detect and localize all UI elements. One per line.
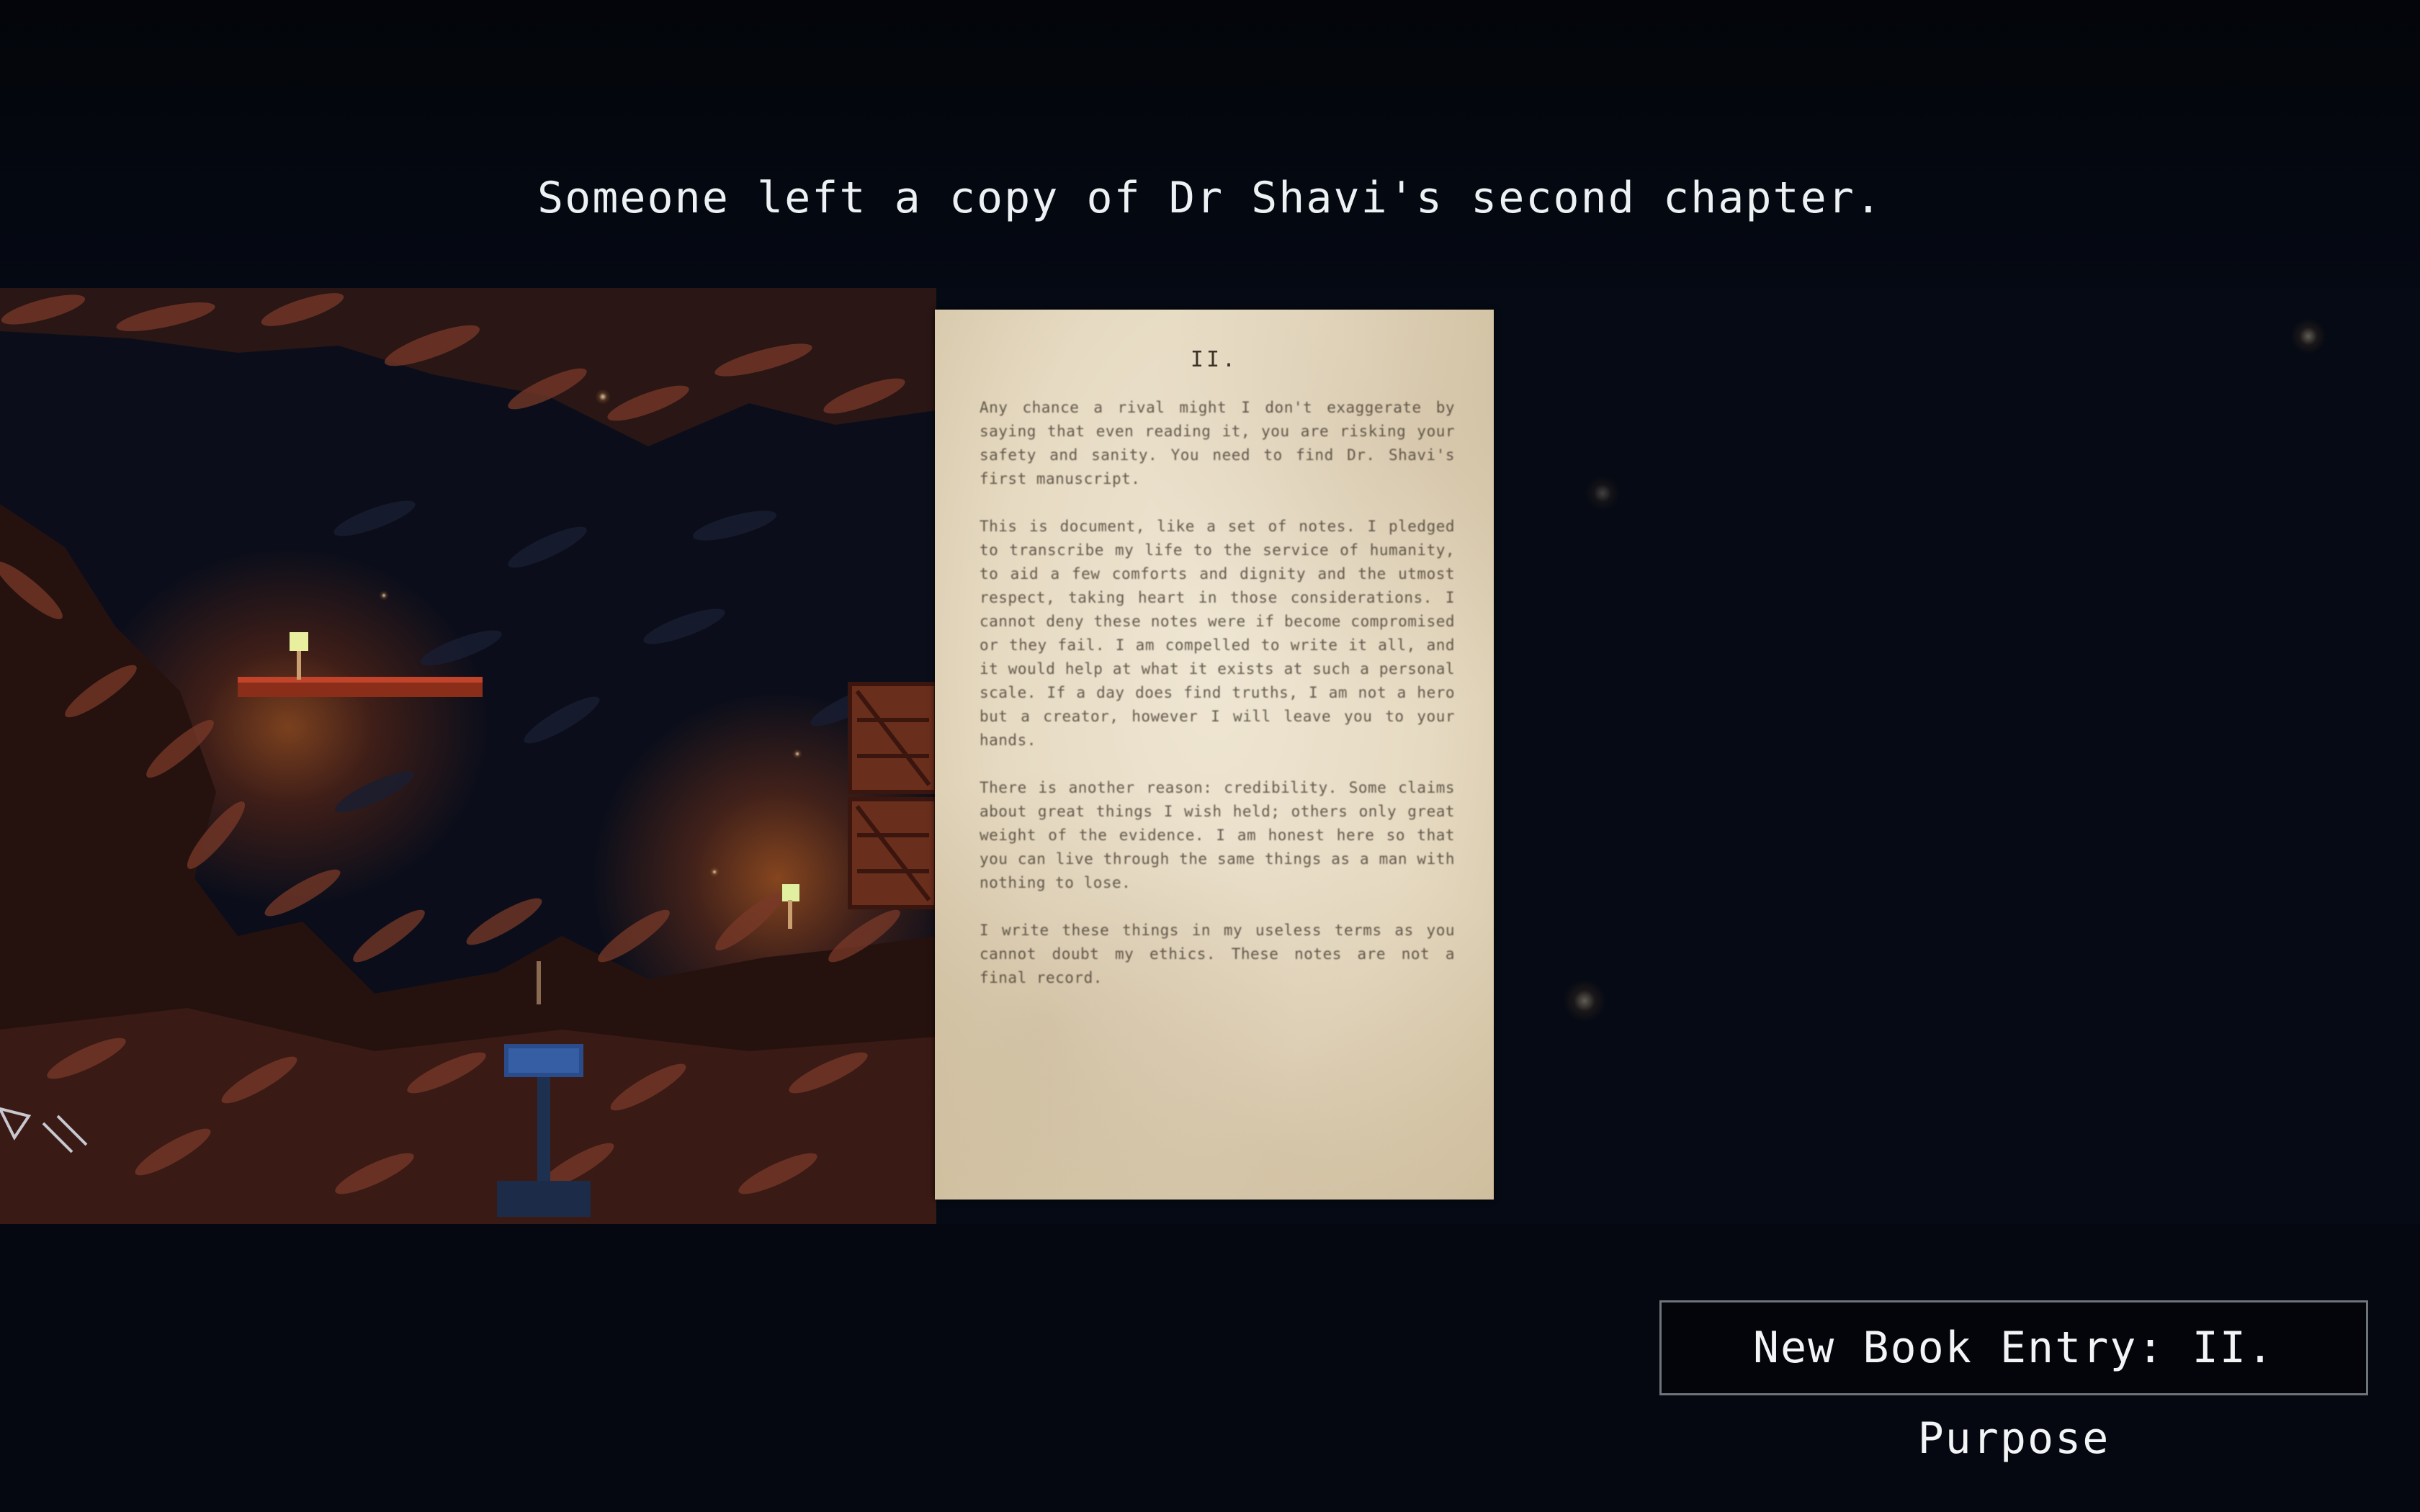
story-caption: Someone left a copy of Dr Shavi's second… xyxy=(537,173,1883,223)
ember-particle xyxy=(792,749,802,759)
crate-stack xyxy=(848,682,936,909)
note-paragraph: I write these things in my useless terms… xyxy=(980,922,1455,986)
game-screen: Someone left a copy of Dr Shavi's second… xyxy=(0,0,2420,1512)
ember-particle xyxy=(379,590,389,600)
note-paragraph: There is another reason: credibility. So… xyxy=(980,779,1455,891)
new-book-entry-notification: New Book Entry: II. Purpose xyxy=(1659,1300,2368,1464)
cave-scene xyxy=(0,288,936,1224)
note-paragraph: This is document, like a set of notes. I… xyxy=(980,518,1455,749)
note-page[interactable]: II. Any chance a rival might I don't exa… xyxy=(935,310,1494,1200)
ember-particle xyxy=(709,867,720,877)
ember-particle xyxy=(1563,979,1606,1022)
ember-particle xyxy=(1585,475,1621,511)
ember-particle xyxy=(2290,318,2326,354)
note-paragraph: Any chance a rival might I don't exagger… xyxy=(980,399,1455,487)
top-letterbox xyxy=(0,0,2420,288)
note-heading: II. xyxy=(1190,347,1239,372)
ember-particle xyxy=(595,389,611,405)
note-body: Any chance a rival might I don't exagger… xyxy=(980,396,1455,1014)
